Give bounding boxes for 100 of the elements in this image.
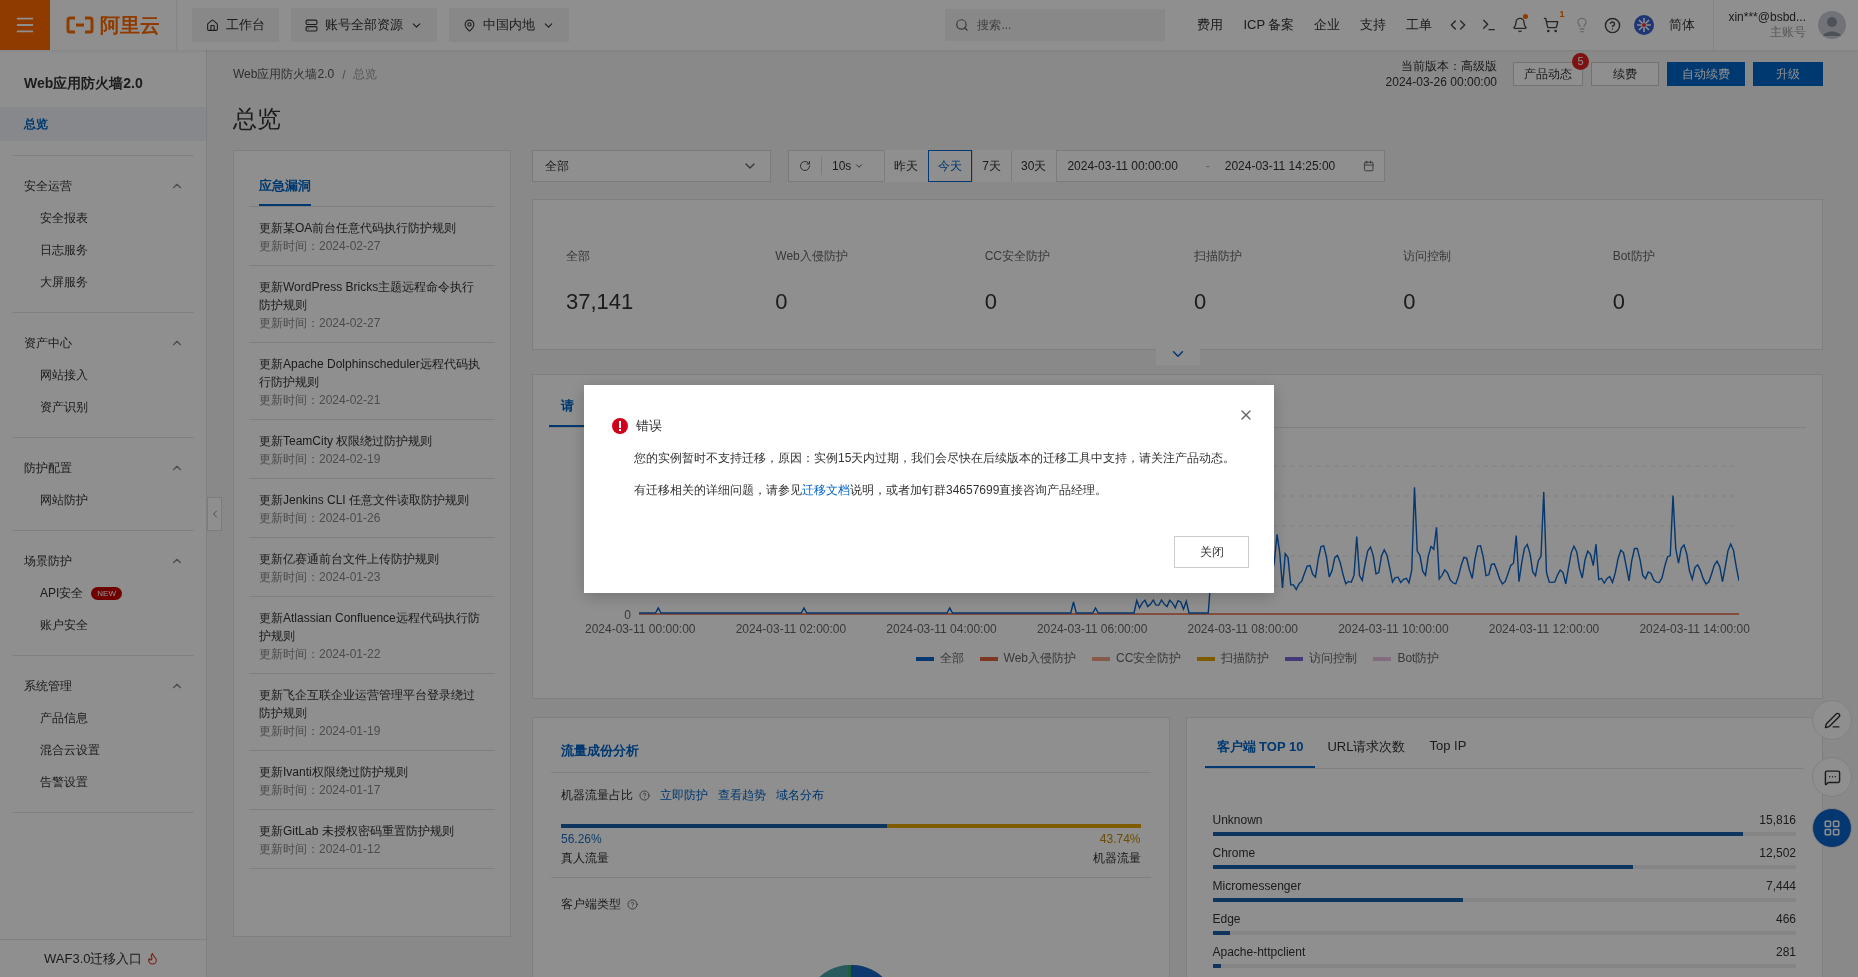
help-icon[interactable] — [627, 899, 638, 910]
sidebar-item[interactable]: 日志服务 — [0, 234, 206, 266]
menu-group-header[interactable]: 安全运营 — [0, 170, 206, 202]
date-range-field[interactable]: 2024-03-11 00:00:00 - 2024-03-11 14:25:00 — [1056, 151, 1385, 181]
update-time: 更新时间：2024-02-27 — [259, 238, 382, 255]
sidebar-item[interactable]: 安全报表 — [0, 202, 206, 234]
range-button[interactable]: 7天 — [972, 150, 1012, 182]
apps-button[interactable] — [1812, 808, 1852, 848]
close-dialog-button[interactable]: 关闭 — [1174, 536, 1249, 568]
sidebar-item[interactable]: 混合云设置 — [0, 734, 206, 766]
vulnerability-tab[interactable]: 应急漏洞 — [259, 177, 311, 206]
language-link[interactable]: 简体 — [1659, 16, 1706, 34]
sidebar-item[interactable]: 产品信息 — [0, 702, 206, 734]
axis-label: 2024-03-11 04:00:00 — [886, 622, 997, 636]
version-label: 当前版本：高级版 — [1401, 58, 1497, 74]
sidebar-item[interactable]: 网站接入 — [0, 359, 206, 391]
menu-button[interactable] — [0, 0, 50, 50]
sidebar-item[interactable]: 网站防护 — [0, 484, 206, 516]
sidebar-item[interactable]: API安全 NEW — [0, 577, 206, 609]
refresh-rate-select[interactable]: 10s — [821, 157, 875, 175]
vulnerability-title[interactable]: 更新GitLab 未授权密码重置防护规则 — [259, 822, 485, 840]
vulnerability-title[interactable]: 更新Apache Dolphinscheduler远程代码执行防护规则 — [259, 355, 485, 391]
legend-item[interactable]: CC安全防护 — [1092, 650, 1182, 667]
legend-item[interactable]: Bot防护 — [1373, 650, 1440, 667]
search-field[interactable]: 搜索... — [945, 9, 1166, 41]
logo-text: 阿里云 — [100, 12, 160, 38]
help-icon[interactable] — [639, 790, 650, 801]
search-icon — [955, 18, 970, 32]
vulnerability-title[interactable]: 更新飞企互联企业运营管理平台登录绕过防护规则 — [259, 686, 485, 722]
sidebar-item[interactable]: 总览 — [0, 107, 206, 141]
vulnerability-title[interactable]: 更新Atlassian Confluence远程代码执行防护规则 — [259, 609, 485, 645]
sidebar-item-label: 混合云设置 — [40, 741, 100, 759]
range-button[interactable]: 昨天 — [884, 150, 929, 182]
legend-item[interactable]: Web入侵防护 — [979, 650, 1077, 667]
nav-button[interactable]: 工作台 — [192, 8, 279, 42]
axis-label: 2024-03-11 10:00:00 — [1338, 622, 1449, 636]
header-button[interactable]: 续费 — [1591, 62, 1659, 86]
sidebar-item-label: 告警设置 — [40, 773, 88, 791]
top-link[interactable]: 费用 — [1187, 16, 1234, 34]
migration-link[interactable]: WAF3.0迁移入口 — [0, 939, 206, 977]
legend-item[interactable]: 扫描防护 — [1197, 650, 1270, 667]
terminal-icon — [1480, 17, 1497, 33]
caret-icon — [854, 161, 865, 171]
pen-icon — [1823, 711, 1841, 729]
range-button[interactable]: 30天 — [1011, 150, 1057, 182]
breadcrumb-link[interactable]: Web应用防火墙2.0 — [233, 66, 335, 83]
clients-tab[interactable]: URL请求次数 — [1315, 738, 1418, 768]
vulnerability-title[interactable]: 更新WordPress Bricks主题远程命令执行防护规则 — [259, 278, 485, 314]
sidebar-item[interactable]: 资产识别 — [0, 391, 206, 423]
update-time: 更新时间：2024-01-12 — [259, 841, 382, 858]
help-icon — [1604, 16, 1622, 34]
avatar-icon[interactable] — [1818, 11, 1846, 39]
ratio-label: 机器流量占比 — [561, 787, 633, 804]
axis-label: 0 — [623, 608, 632, 622]
action-link[interactable]: 立即防护 — [660, 787, 708, 804]
top-link[interactable]: 支持 — [1350, 16, 1397, 34]
action-link[interactable]: 域名分布 — [776, 787, 824, 804]
vulnerability-title[interactable]: 更新Jenkins CLI 任意文件读取防护规则 — [259, 491, 485, 509]
feedback-button[interactable] — [1812, 757, 1852, 797]
card-title: 流量成份分析 — [551, 718, 1151, 773]
error-icon — [612, 418, 628, 434]
header-button[interactable]: 自动续费 — [1667, 62, 1745, 86]
axis-label: 2024-03-11 14:00:00 — [1639, 622, 1750, 636]
stat-value: 0 — [1612, 289, 1625, 315]
grid-icon — [1823, 819, 1841, 837]
header-button[interactable]: 升级 — [1753, 62, 1823, 86]
top-link[interactable]: ICP 备案 — [1233, 16, 1305, 34]
edit-button[interactable] — [1812, 700, 1852, 740]
menu-group-header[interactable]: 场景防护 — [0, 545, 206, 577]
vulnerability-title[interactable]: 更新某OA前台任意代码执行防护规则 — [259, 219, 485, 237]
count-badge: 5 — [1572, 53, 1589, 70]
share-label: 机器流量 — [1092, 850, 1141, 867]
legend-item[interactable]: 访问控制 — [1285, 650, 1358, 667]
client-count: 281 — [1775, 945, 1796, 959]
clients-tab[interactable]: 客户端 TOP 10 — [1204, 738, 1316, 768]
page-title: 总览 — [233, 104, 282, 134]
range-button[interactable]: 今天 — [928, 150, 973, 182]
vulnerability-title[interactable]: 更新亿赛通前台文件上传防护规则 — [259, 550, 485, 568]
nav-button[interactable]: 账号全部资源 — [291, 8, 437, 42]
stat-label: 扫描防护 — [1194, 248, 1242, 265]
scope-select[interactable]: 全部 — [532, 150, 771, 182]
collapse-handle[interactable] — [207, 497, 222, 531]
menu-group-header[interactable]: 资产中心 — [0, 327, 206, 359]
user-name[interactable]: xin***@bsbd... — [1728, 9, 1806, 24]
docs-link[interactable]: 迁移文档 — [802, 483, 850, 497]
sidebar-item[interactable]: 账户安全 — [0, 609, 206, 641]
clients-tab[interactable]: Top IP — [1417, 738, 1479, 768]
sidebar-item[interactable]: 大屏服务 — [0, 266, 206, 298]
top-link[interactable]: 工单 — [1396, 16, 1443, 34]
vulnerability-title[interactable]: 更新Ivanti权限绕过防护规则 — [259, 763, 485, 781]
sidebar-item[interactable]: 告警设置 — [0, 766, 206, 798]
action-link[interactable]: 查看趋势 — [718, 787, 766, 804]
nav-button[interactable]: 中国内地 — [449, 8, 569, 42]
home-icon — [206, 18, 219, 32]
stat-value: 0 — [984, 289, 997, 315]
menu-group-header[interactable]: 防护配置 — [0, 452, 206, 484]
top-link[interactable]: 企业 — [1304, 16, 1351, 34]
menu-group-header[interactable]: 系统管理 — [0, 670, 206, 702]
vulnerability-title[interactable]: 更新TeamCity 权限绕过防护规则 — [259, 432, 485, 450]
legend-item[interactable]: 全部 — [915, 650, 964, 667]
